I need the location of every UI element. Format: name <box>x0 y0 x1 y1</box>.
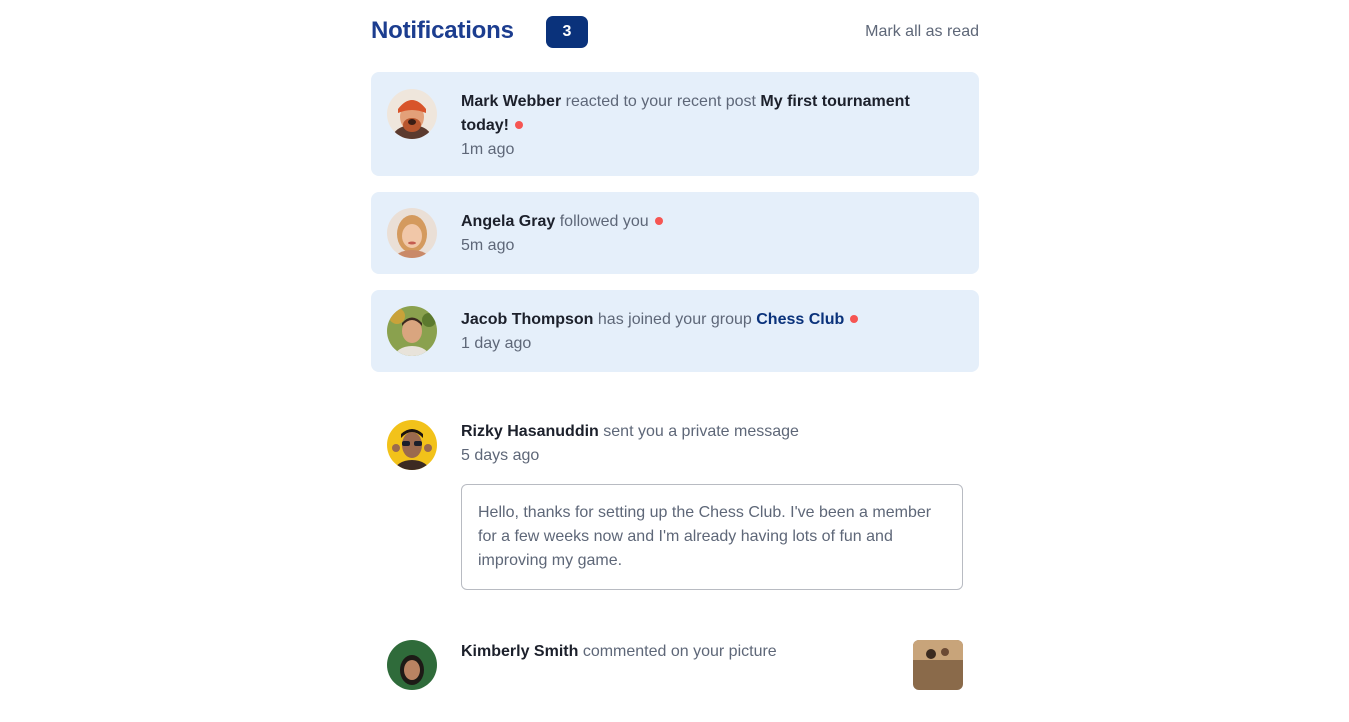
unread-dot-icon <box>654 217 663 225</box>
notification-item[interactable]: Rizky Hasanuddin sent you a private mess… <box>371 388 979 592</box>
notification-action: sent you a private message <box>603 423 799 440</box>
avatar-angela-gray-icon <box>387 208 437 258</box>
notification-user[interactable]: Angela Gray <box>461 213 555 230</box>
notification-item[interactable]: Kimberly Smith commented on your picture <box>371 624 979 706</box>
notification-text: Jacob Thompson has joined your group Che… <box>461 308 959 332</box>
notification-user[interactable]: Mark Webber <box>461 93 561 110</box>
notification-time: 5m ago <box>461 237 515 254</box>
avatar-kimberly-smith-icon <box>387 640 437 690</box>
avatar[interactable] <box>387 306 437 356</box>
avatar[interactable] <box>387 640 437 690</box>
avatar[interactable] <box>387 89 437 139</box>
notification-user[interactable]: Jacob Thompson <box>461 311 593 328</box>
page-title: Notifications <box>371 17 514 44</box>
notification-time: 1m ago <box>461 141 515 158</box>
notification-time: 5 days ago <box>461 447 540 464</box>
commented-picture-thumbnail[interactable] <box>913 640 963 690</box>
notification-action: reacted to your recent post <box>565 93 756 110</box>
mark-all-read-button[interactable]: Mark all as read <box>865 23 979 41</box>
notification-item[interactable]: Mark Webber reacted to your recent post … <box>371 72 979 176</box>
notification-item[interactable]: Angela Gray followed you 5m ago <box>371 192 979 274</box>
notifications-page: Notifications 3 Mark all as read Mark We… <box>371 0 979 722</box>
chess-picture-icon <box>913 640 963 690</box>
avatar[interactable] <box>387 208 437 258</box>
notification-text: Angela Gray followed you <box>461 210 959 234</box>
unread-dot-icon <box>850 315 859 323</box>
notification-text: Rizky Hasanuddin sent you a private mess… <box>461 420 959 444</box>
avatar-jacob-thompson-icon <box>387 306 437 356</box>
avatar-mark-webber-icon <box>387 89 437 139</box>
notification-user[interactable]: Rizky Hasanuddin <box>461 423 599 440</box>
notification-user[interactable]: Kimberly Smith <box>461 643 578 660</box>
notification-time: 1 day ago <box>461 335 532 352</box>
unread-dot-icon <box>515 121 523 129</box>
notification-text: Kimberly Smith commented on your picture <box>461 640 959 664</box>
notification-group-link[interactable]: Chess Club <box>756 311 844 328</box>
notification-item[interactable]: Jacob Thompson has joined your group Che… <box>371 290 979 372</box>
notification-text: Mark Webber reacted to your recent post … <box>461 90 959 138</box>
notification-action: commented on your picture <box>582 643 777 660</box>
notification-action: followed you <box>559 213 649 230</box>
notifications-header: Notifications 3 Mark all as read <box>371 0 979 72</box>
avatar[interactable] <box>387 420 437 470</box>
unread-count-badge: 3 <box>546 16 588 48</box>
notification-action: has joined your group <box>597 311 752 328</box>
avatar-rizky-hasanuddin-icon <box>387 420 437 470</box>
private-message-preview[interactable]: Hello, thanks for setting up the Chess C… <box>461 484 963 590</box>
